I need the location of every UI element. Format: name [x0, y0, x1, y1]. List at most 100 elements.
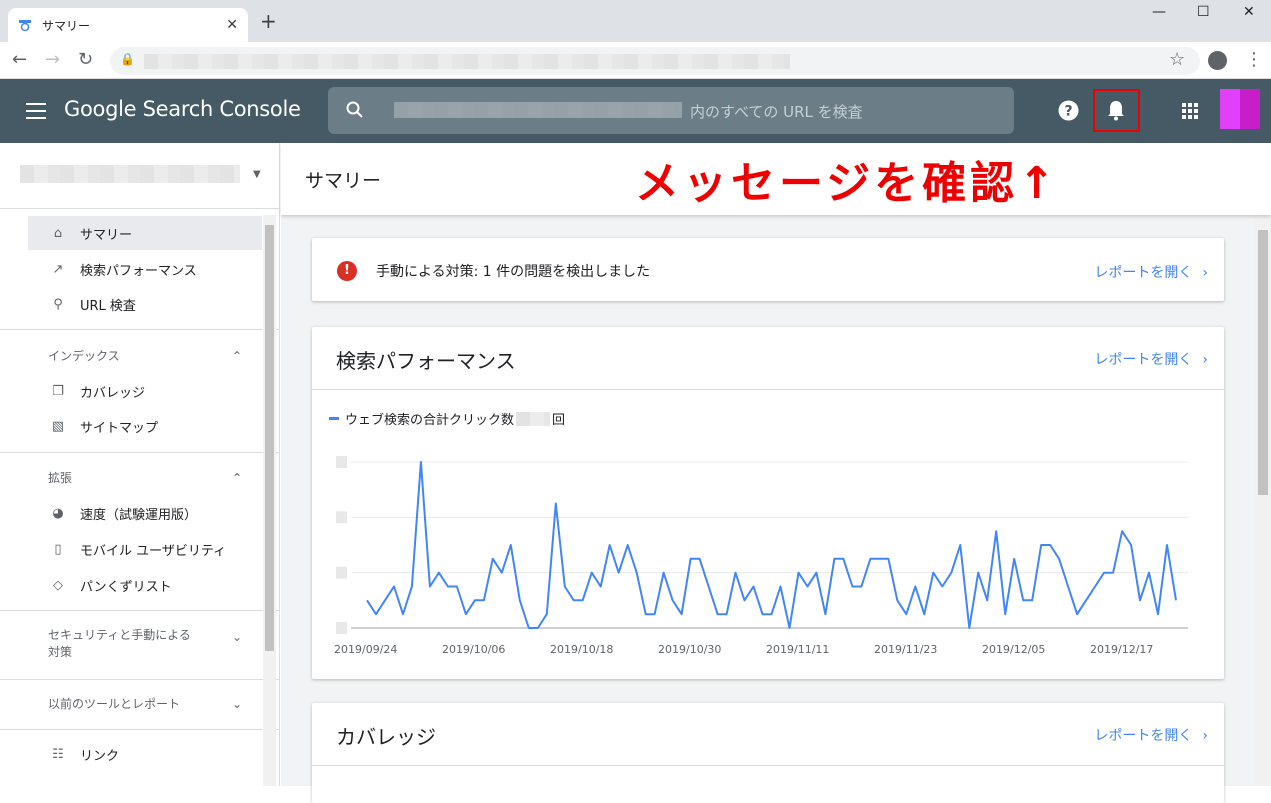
new-tab-button[interactable]: +: [260, 11, 277, 31]
chart-legend[interactable]: ウェブ検索の合計クリック数 回: [329, 409, 565, 428]
dropdown-arrow-icon: ▼: [253, 169, 261, 180]
speed-icon: ◕: [52, 505, 64, 521]
section-security[interactable]: セキュリティと手動による対策: [48, 627, 198, 661]
sidebar-item-label: モバイル ユーザビリティ: [80, 543, 227, 559]
sidebar-item-summary[interactable]: ⌂ サマリー: [28, 216, 262, 250]
divider: [312, 765, 1224, 766]
app-header: Google Search Console 内のすべての URL を検査 ?: [0, 79, 1271, 143]
divider: [0, 729, 279, 730]
lock-icon: 🔒: [120, 52, 135, 66]
chevron-up-icon[interactable]: ⌃: [232, 471, 242, 485]
sidebar-item-coverage[interactable]: ❐ カバレッジ: [28, 374, 262, 408]
chevron-right-icon: ›: [1202, 728, 1208, 744]
divider: [312, 389, 1224, 390]
chevron-down-icon[interactable]: ⌄: [232, 697, 242, 711]
coverage-title: カバレッジ: [336, 725, 436, 749]
performance-card: 検索パフォーマンス レポートを開く › ウェブ検索の合計クリック数 回 2019/…: [312, 327, 1224, 679]
sidebar-item-label: 検索パフォーマンス: [80, 263, 197, 279]
browser-tab[interactable]: サマリー ✕: [8, 8, 248, 42]
bookmark-star-icon[interactable]: ☆: [1169, 50, 1185, 70]
chevron-right-icon: ›: [1202, 265, 1208, 281]
legend-unit: 回: [552, 413, 566, 428]
home-icon: ⌂: [53, 225, 63, 241]
manual-action-alert-card: ! 手動による対策: 1 件の問題を検出しました レポートを開く ›: [312, 238, 1224, 301]
search-console-favicon-icon: [18, 18, 32, 32]
sidebar-item-breadcrumbs[interactable]: ◇ パンくずリスト: [28, 568, 262, 602]
x-tick-label: 2019/10/06: [442, 643, 505, 656]
phone-icon: ▯: [54, 541, 62, 557]
copy-icon: ❐: [52, 383, 64, 399]
property-selector[interactable]: ▼: [0, 143, 279, 209]
open-report-link[interactable]: レポートを開く ›: [1094, 262, 1208, 282]
page-title: サマリー: [305, 170, 382, 192]
sidebar-item-url-inspection[interactable]: ⚲ URL 検査: [28, 287, 262, 321]
sidebar-item-label: サマリー: [80, 227, 133, 243]
open-report-link[interactable]: レポートを開く ›: [1094, 349, 1208, 369]
section-index[interactable]: インデックス: [48, 348, 248, 365]
sidebar-item-speed[interactable]: ◕ 速度（試験運用版）: [28, 496, 262, 530]
performance-line-chart: 2019/09/24 2019/10/06 2019/10/18 2019/10/30…: [334, 456, 1188, 656]
browser-tab-strip: サマリー ✕ + — ☐ ✕: [0, 0, 1271, 42]
sidebar-scrollbar[interactable]: [263, 215, 276, 786]
sidebar: ▼ ⌂ サマリー ↗ 検索パフォーマンス ⚲ URL 検査 インデックス ⌃ ❐…: [0, 143, 280, 786]
help-icon[interactable]: ?: [1058, 100, 1079, 121]
close-window-icon[interactable]: ✕: [1243, 4, 1255, 20]
x-tick-label: 2019/09/24: [334, 643, 397, 656]
url-inspection-search[interactable]: 内のすべての URL を検査: [328, 87, 1014, 134]
browser-tab-title: サマリー: [42, 18, 91, 33]
forward-arrow-icon[interactable]: →: [45, 50, 60, 70]
section-legacy-tools[interactable]: 以前のツールとレポート: [48, 696, 248, 713]
divider: [0, 610, 279, 611]
search-placeholder: 内のすべての URL を検査: [690, 103, 863, 121]
scrollbar-thumb[interactable]: [1258, 230, 1268, 495]
redacted-property-name: [20, 165, 240, 183]
x-tick-label: 2019/11/11: [766, 643, 829, 656]
profile-icon[interactable]: [1208, 51, 1227, 70]
open-report-link[interactable]: レポートを開く ›: [1094, 725, 1208, 745]
coverage-card: カバレッジ レポートを開く ›: [312, 703, 1224, 803]
scrollbar-thumb[interactable]: [265, 225, 274, 651]
chevron-right-icon: ›: [1202, 352, 1208, 368]
maximize-icon[interactable]: ☐: [1197, 4, 1210, 20]
menu-kebab-icon[interactable]: ⋮: [1245, 50, 1263, 70]
link-tree-icon: ☷: [52, 746, 64, 762]
hamburger-menu-icon[interactable]: [26, 103, 46, 119]
redacted-y-tick-label: [336, 622, 347, 634]
redacted-property: [394, 102, 682, 118]
minimize-icon[interactable]: —: [1152, 4, 1166, 20]
sidebar-item-performance[interactable]: ↗ 検索パフォーマンス: [28, 252, 262, 286]
annotation-text: メッセージを確認↑: [635, 158, 1059, 209]
sidebar-item-label: 速度（試験運用版）: [80, 507, 198, 523]
error-icon: !: [337, 261, 357, 281]
sidebar-item-sitemap[interactable]: ▧ サイトマップ: [28, 409, 262, 443]
sidebar-item-label: カバレッジ: [80, 385, 146, 401]
sidebar-item-mobile-usability[interactable]: ▯ モバイル ユーザビリティ: [28, 532, 262, 566]
apps-grid-icon[interactable]: [1182, 103, 1198, 119]
sidebar-item-label: URL 検査: [80, 298, 136, 314]
section-enhancements[interactable]: 拡張: [48, 470, 248, 487]
main-scrollbar[interactable]: [1255, 215, 1271, 786]
avatar[interactable]: [1220, 89, 1260, 129]
legend-swatch: [329, 417, 339, 420]
x-tick-label: 2019/10/30: [658, 643, 721, 656]
divider: [0, 329, 279, 330]
sidebar-item-label: パンくずリスト: [80, 579, 172, 595]
sidebar-item-label: サイトマップ: [80, 420, 159, 436]
divider: [0, 452, 279, 453]
back-arrow-icon[interactable]: ←: [12, 50, 27, 70]
sitemap-icon: ▧: [51, 418, 65, 434]
browser-toolbar: ← → ↻ 🔒 ☆ ⋮: [0, 42, 1271, 79]
reload-icon[interactable]: ↻: [78, 50, 93, 70]
close-tab-icon[interactable]: ✕: [226, 17, 238, 33]
chevron-up-icon[interactable]: ⌃: [232, 349, 242, 363]
series-line[interactable]: [366, 461, 1177, 629]
svg-text:?: ?: [1064, 104, 1072, 120]
address-bar[interactable]: 🔒: [110, 47, 1200, 75]
sidebar-item-links[interactable]: ☷ リンク: [28, 737, 262, 771]
chevron-down-icon[interactable]: ⌄: [232, 630, 242, 644]
redacted-total: [516, 411, 551, 426]
sidebar-item-label: リンク: [80, 748, 120, 764]
bell-highlight-box: [1093, 89, 1140, 132]
x-tick-label: 2019/11/23: [874, 643, 937, 656]
legend-label: ウェブ検索の合計クリック数: [345, 413, 515, 428]
